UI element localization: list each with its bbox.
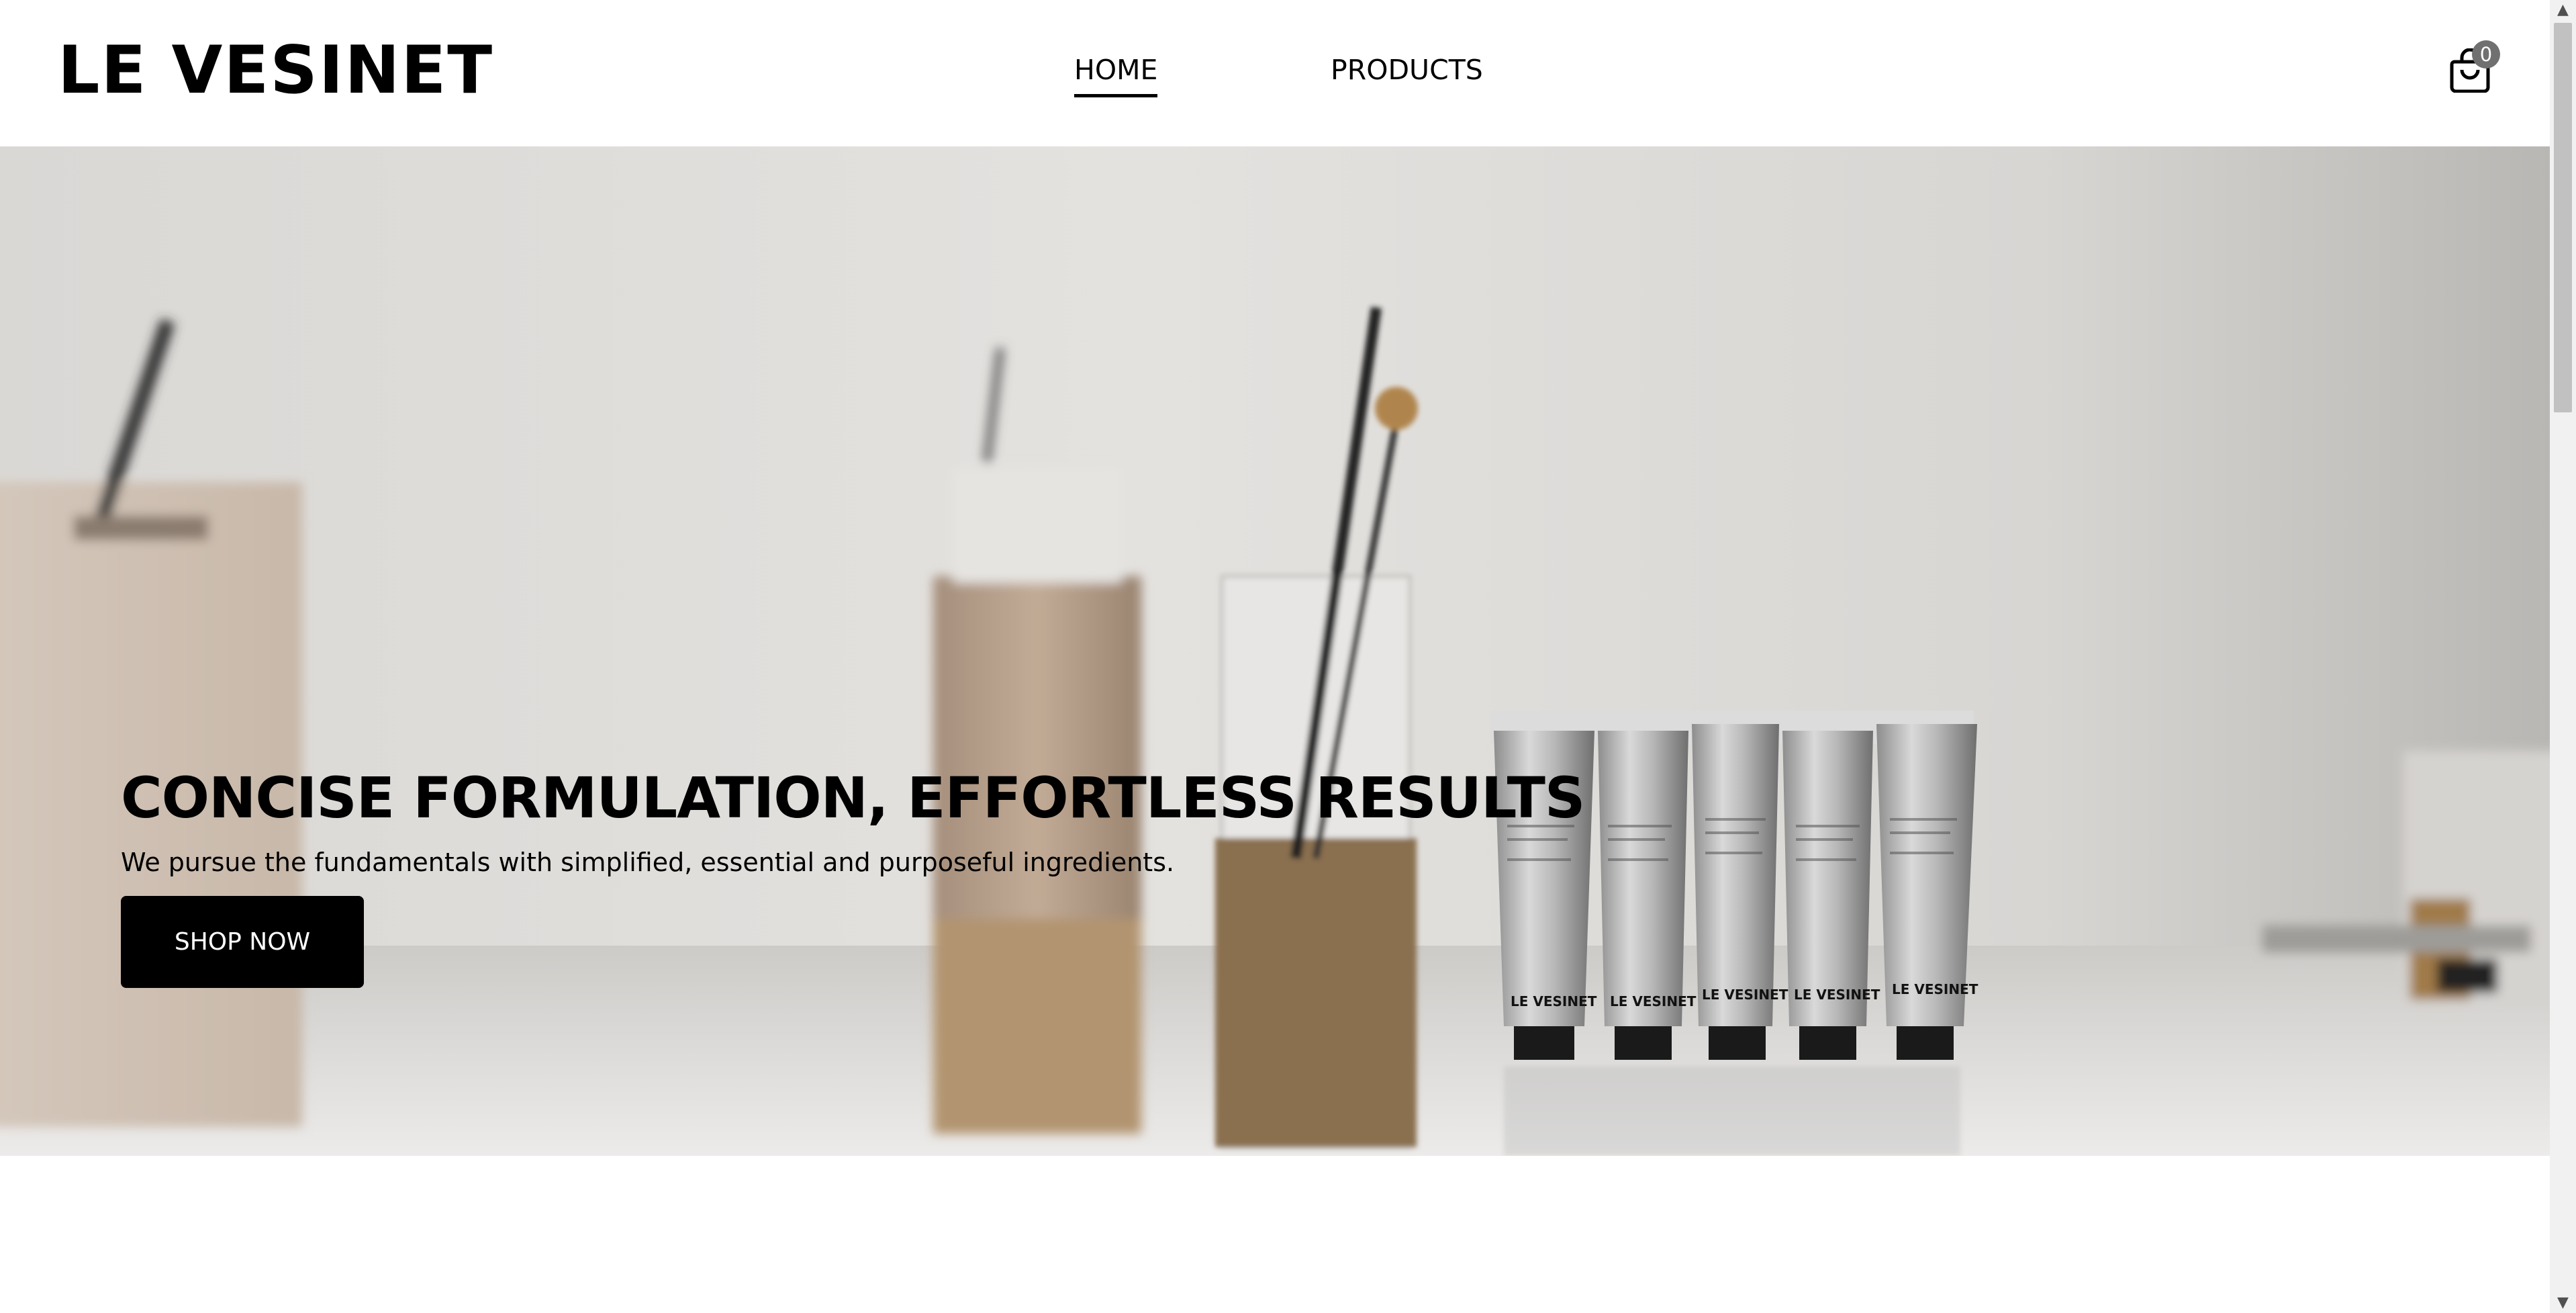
nav-link-products[interactable]: PRODUCTS — [1331, 48, 1483, 91]
tube-label: LE VESINET — [1610, 993, 1697, 1009]
hero-subtitle: We pursue the fundamentals with simplifi… — [121, 848, 1175, 877]
nav-link-home[interactable]: HOME — [1074, 48, 1158, 97]
scrollbar-thumb[interactable] — [2554, 23, 2572, 412]
hero-banner: LE VESINET LE VESINET LE VESINET LE VESI… — [0, 146, 2550, 1156]
tube-label: LE VESINET — [1794, 987, 1880, 1003]
scroll-up-arrow-icon[interactable]: ▲ — [2550, 0, 2576, 20]
hero-background-image: LE VESINET LE VESINET LE VESINET LE VESI… — [0, 146, 2550, 1156]
scroll-down-arrow-icon[interactable]: ▼ — [2550, 1293, 2576, 1313]
tube-label: LE VESINET — [1702, 987, 1788, 1003]
tube-label: LE VESINET — [1511, 993, 1597, 1009]
vertical-scrollbar[interactable]: ▲ ▼ — [2550, 0, 2576, 1313]
hero-title: CONCISE FORMULATION, EFFORTLESS RESULTS — [121, 765, 1585, 831]
tube-label: LE VESINET — [1892, 981, 1978, 997]
site-header: LE VESINET HOME PRODUCTS 0 — [0, 0, 2550, 146]
cart-count-badge: 0 — [2472, 40, 2500, 69]
page: LE VESINET HOME PRODUCTS 0 LE VESINET LE… — [0, 0, 2576, 1313]
shop-now-button[interactable]: SHOP NOW — [121, 896, 364, 988]
brand-logo[interactable]: LE VESINET — [58, 27, 493, 114]
